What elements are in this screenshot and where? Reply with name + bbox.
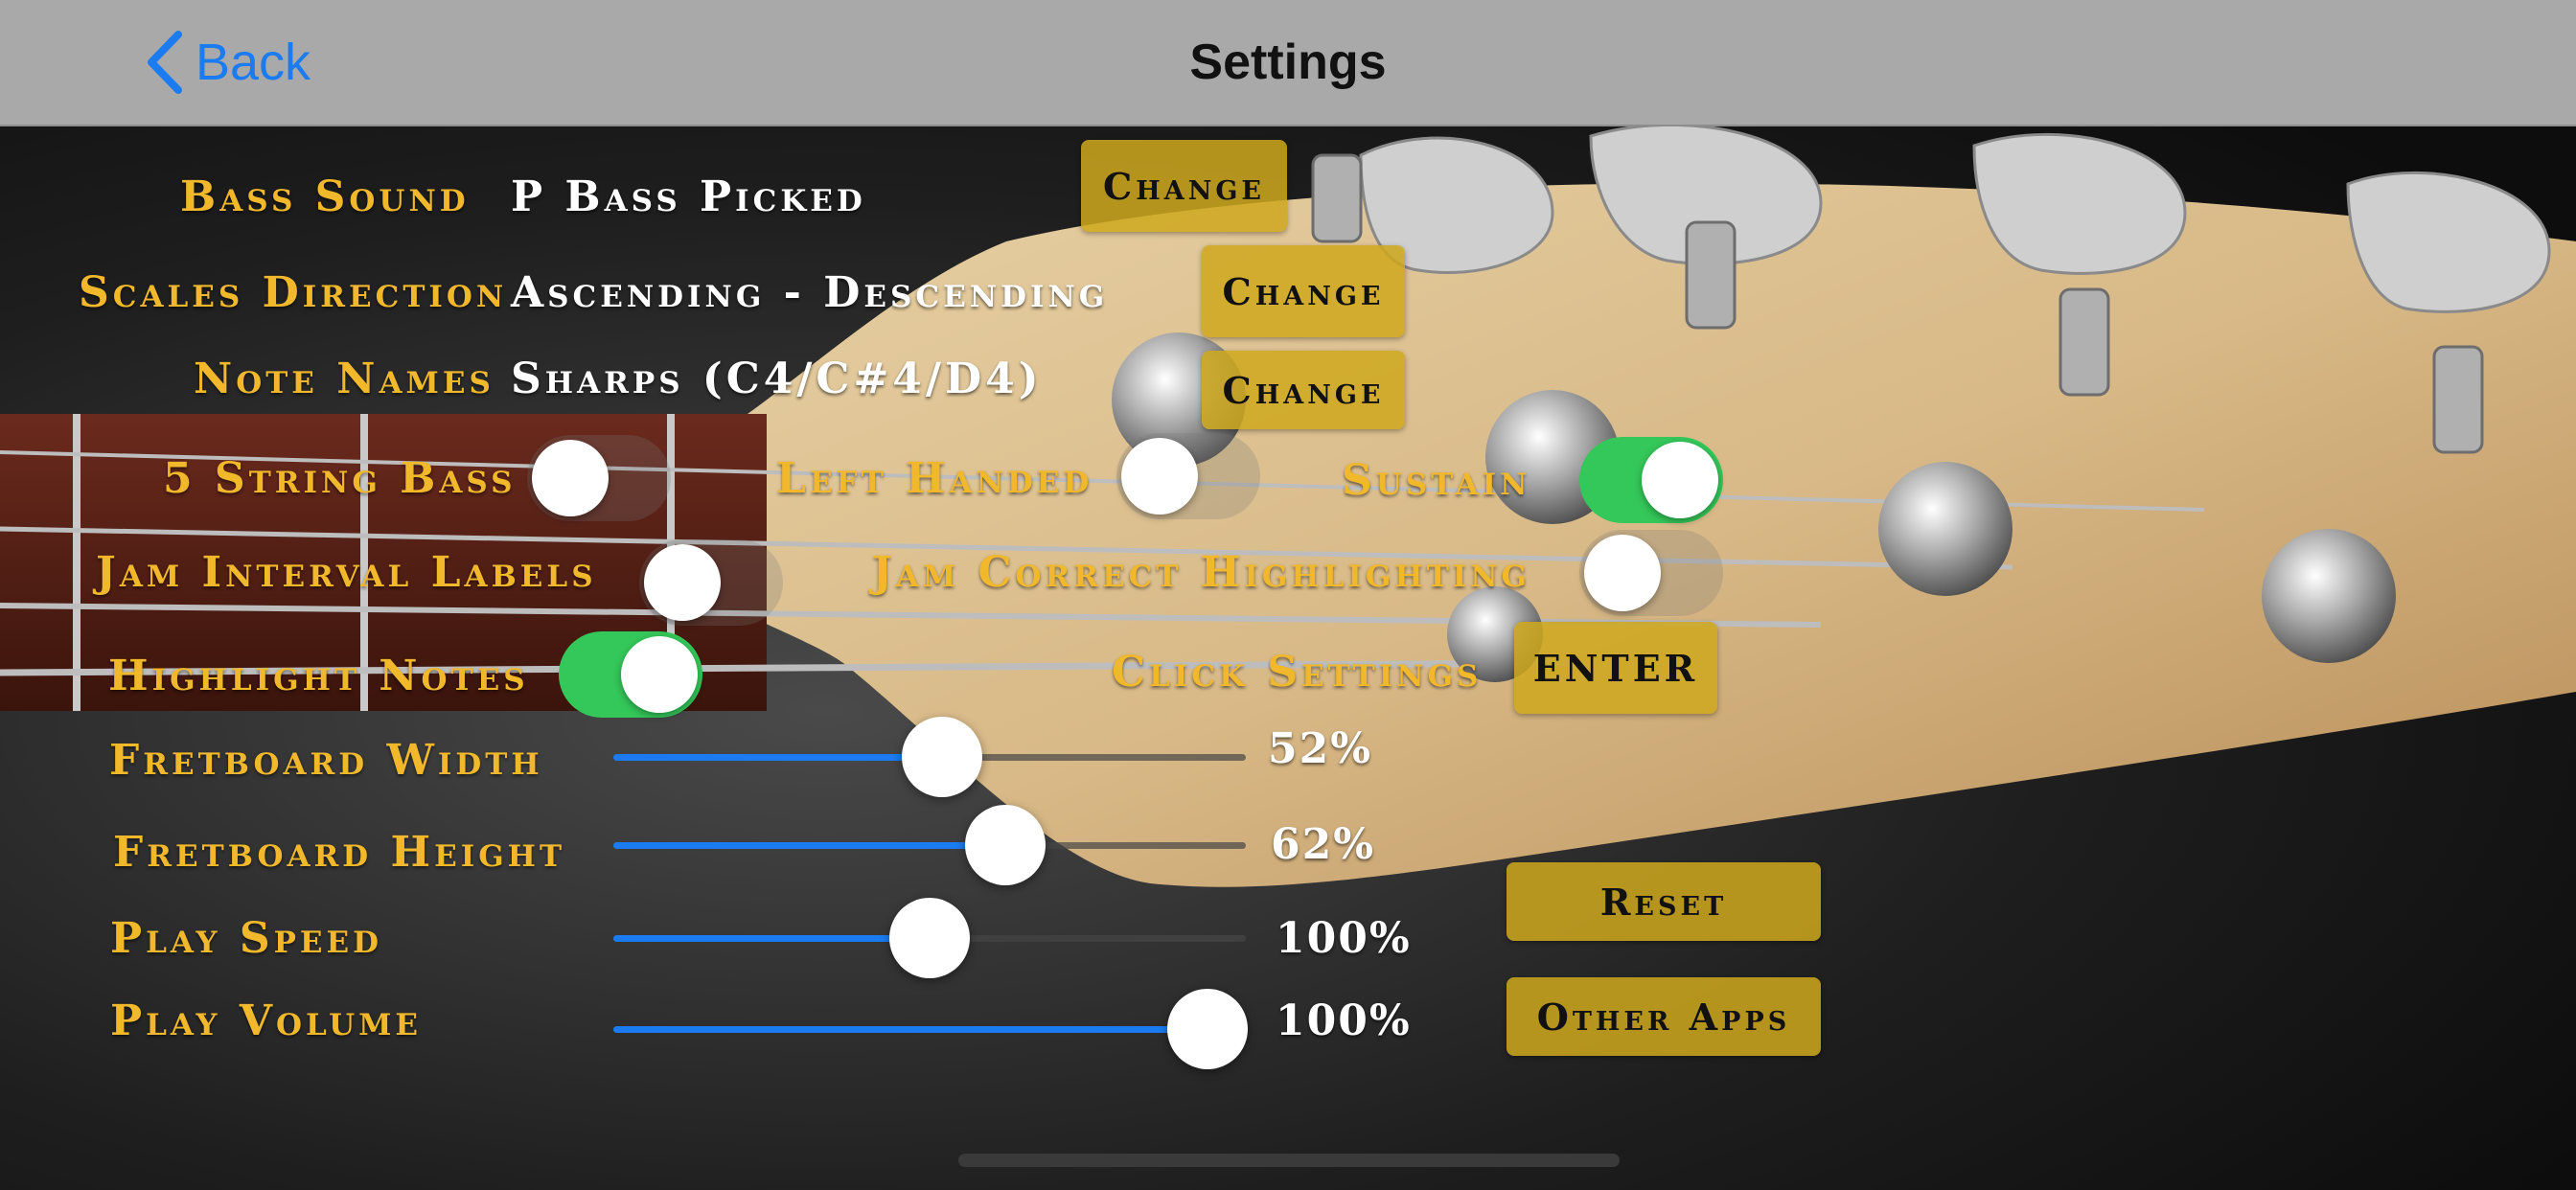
play-speed-label: Play Speed: [110, 914, 383, 963]
jam-correct-highlighting-label: Jam Correct Highlighting: [872, 548, 1531, 597]
sustain-toggle[interactable]: [1579, 437, 1723, 523]
fretboard-height-slider[interactable]: [613, 805, 1246, 885]
other-apps-button[interactable]: Other Apps: [1506, 977, 1821, 1056]
back-button[interactable]: Back: [144, 29, 310, 96]
play-volume-value: 100%: [1276, 996, 1412, 1045]
bass-sound-value: P Bass Picked: [511, 172, 866, 221]
scales-direction-change-button[interactable]: Change: [1202, 245, 1405, 337]
play-speed-slider[interactable]: [613, 898, 1246, 978]
play-speed-value: 100%: [1276, 914, 1412, 963]
click-settings-enter-button[interactable]: ENTER: [1514, 622, 1717, 714]
home-indicator: [958, 1154, 1620, 1167]
highlight-notes-label: Highlight Notes: [108, 652, 529, 700]
fretboard-width-slider[interactable]: [613, 717, 1246, 797]
jam-interval-labels-label: Jam Interval Labels: [96, 548, 597, 597]
note-names-value: Sharps (C4/C#4/D4): [511, 355, 1043, 403]
scales-direction-value: Ascending - Descending: [511, 268, 1109, 317]
note-names-label: Note Names: [194, 355, 494, 403]
reset-button[interactable]: Reset: [1506, 862, 1821, 941]
scales-direction-label: Scales Direction: [79, 268, 508, 317]
left-handed-toggle[interactable]: [1116, 433, 1260, 519]
fretboard-width-value: 52%: [1268, 724, 1373, 773]
left-handed-label: Left Handed: [776, 454, 1093, 503]
play-volume-label: Play Volume: [110, 996, 423, 1045]
bass-sound-label: Bass Sound: [180, 172, 470, 221]
bass-sound-change-button[interactable]: Change: [1081, 140, 1287, 232]
highlight-notes-toggle[interactable]: [559, 631, 702, 718]
fretboard-height-value: 62%: [1271, 820, 1376, 869]
jam-interval-labels-toggle[interactable]: [639, 539, 783, 626]
chevron-left-icon: [148, 31, 182, 94]
navigation-bar: Back Settings: [0, 0, 2576, 126]
click-settings-label: Click Settings: [1112, 648, 1483, 697]
page-title: Settings: [1189, 34, 1387, 90]
jam-correct-highlighting-toggle[interactable]: [1579, 530, 1723, 616]
five-string-bass-label: 5 String Bass: [163, 454, 517, 503]
sustain-label: Sustain: [1342, 456, 1531, 505]
fretboard-height-label: Fretboard Height: [113, 828, 566, 877]
fretboard-width-label: Fretboard Width: [109, 736, 543, 785]
note-names-change-button[interactable]: Change: [1202, 351, 1405, 429]
play-volume-slider[interactable]: [613, 989, 1248, 1069]
back-label: Back: [196, 34, 311, 91]
five-string-bass-toggle[interactable]: [527, 435, 671, 521]
